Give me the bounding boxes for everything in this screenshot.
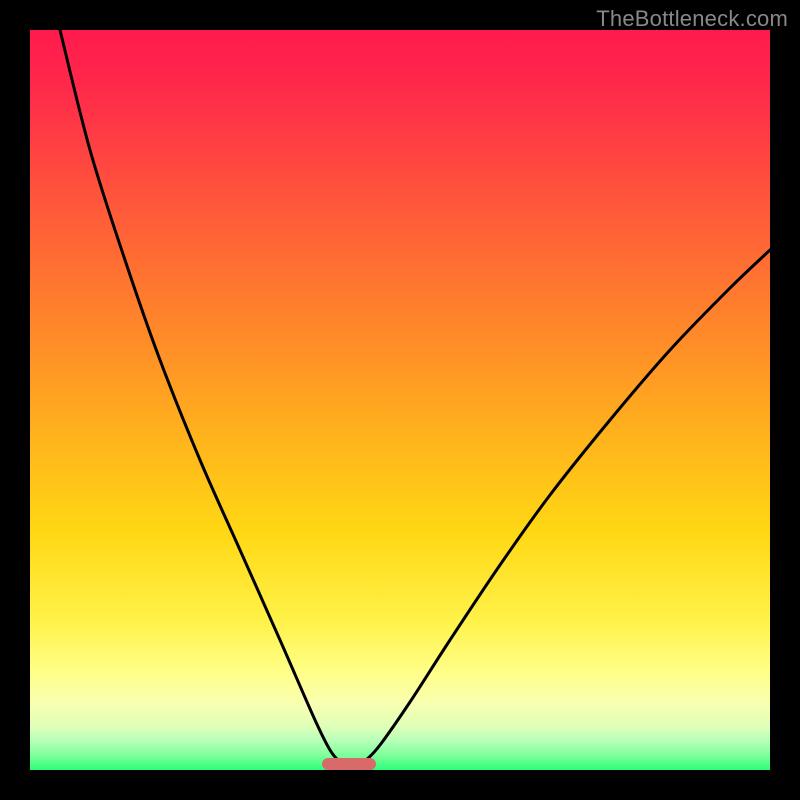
watermark-text: TheBottleneck.com — [596, 6, 788, 32]
bottleneck-curve — [60, 30, 770, 768]
plot-area — [30, 30, 770, 770]
curve-svg — [30, 30, 770, 770]
bottleneck-marker — [322, 758, 376, 770]
